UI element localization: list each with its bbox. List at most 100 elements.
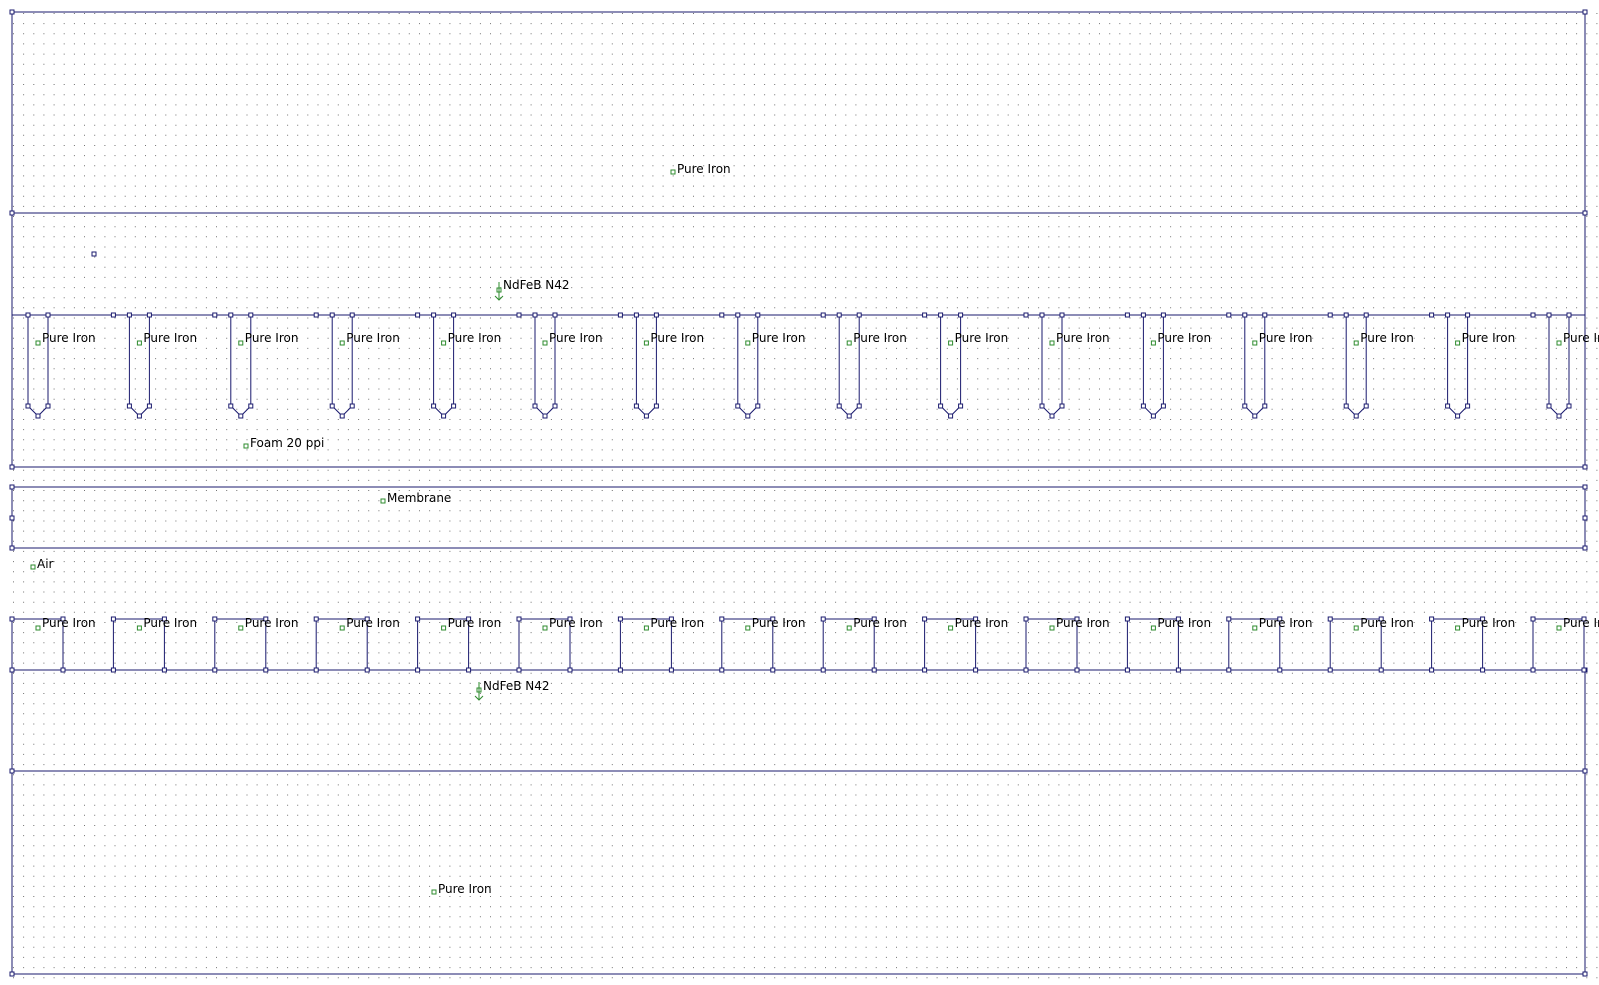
- node-point[interactable]: [1023, 667, 1029, 673]
- node-point[interactable]: [1429, 312, 1435, 318]
- node-point[interactable]: [1429, 667, 1435, 673]
- label-lower-magnet[interactable]: NdFeB N42: [474, 679, 550, 701]
- node-point[interactable]: [532, 312, 538, 318]
- label-upper-magnet[interactable]: NdFeB N42: [494, 278, 570, 301]
- node-point[interactable]: [1023, 312, 1029, 318]
- node-point[interactable]: [451, 403, 457, 409]
- node-point[interactable]: [948, 413, 954, 419]
- node-point[interactable]: [1039, 312, 1045, 318]
- node-point[interactable]: [1023, 616, 1029, 622]
- node-point[interactable]: [1546, 403, 1552, 409]
- node-point[interactable]: [820, 312, 826, 318]
- node-point[interactable]: [1262, 403, 1268, 409]
- membrane-node[interactable]: [9, 484, 15, 490]
- node-point[interactable]: [1530, 616, 1536, 622]
- node-point[interactable]: [922, 667, 928, 673]
- node-point[interactable]: [45, 403, 51, 409]
- node-point[interactable]: [617, 312, 623, 318]
- node-point[interactable]: [313, 312, 319, 318]
- lower-tooth[interactable]: Pure Iron: [516, 616, 603, 673]
- node-point[interactable]: [1175, 667, 1181, 673]
- node-point[interactable]: [349, 312, 355, 318]
- node-point[interactable]: [1465, 403, 1471, 409]
- node-point[interactable]: [1445, 403, 1451, 409]
- node-point[interactable]: [1353, 413, 1359, 419]
- lower-tooth[interactable]: Pure Iron: [9, 616, 96, 673]
- lower-tooth[interactable]: Pure Iron: [1327, 616, 1414, 673]
- node-point[interactable]: [1445, 312, 1451, 318]
- corner-node[interactable]: [9, 768, 15, 774]
- node-point[interactable]: [958, 403, 964, 409]
- lower-tooth[interactable]: Pure Iron: [212, 616, 299, 673]
- label-air[interactable]: Air: [30, 557, 54, 571]
- node-point[interactable]: [846, 413, 852, 419]
- node-point[interactable]: [431, 403, 437, 409]
- node-point[interactable]: [110, 312, 116, 318]
- node-point[interactable]: [532, 403, 538, 409]
- node-point[interactable]: [617, 616, 623, 622]
- node-point[interactable]: [364, 667, 370, 673]
- node-point[interactable]: [516, 667, 522, 673]
- node-point[interactable]: [60, 667, 66, 673]
- node-point[interactable]: [1378, 667, 1384, 673]
- node-point[interactable]: [1327, 667, 1333, 673]
- node-point[interactable]: [45, 312, 51, 318]
- node-point[interactable]: [735, 403, 741, 409]
- node-point[interactable]: [633, 312, 639, 318]
- upper-tooth[interactable]: Pure Iron: [516, 312, 603, 419]
- lower-tooth[interactable]: Pure Iron: [1530, 616, 1599, 673]
- upper-tooth[interactable]: Pure Iron: [212, 312, 299, 419]
- lower-tooth[interactable]: Pure Iron: [1023, 616, 1110, 673]
- node-point[interactable]: [431, 312, 437, 318]
- upper-tooth[interactable]: Pure Iron: [313, 312, 400, 419]
- upper-tooth[interactable]: Pure Iron: [719, 312, 806, 419]
- node-point[interactable]: [735, 312, 741, 318]
- corner-node[interactable]: [1582, 210, 1588, 216]
- node-point[interactable]: [1059, 312, 1065, 318]
- node-point[interactable]: [1226, 616, 1232, 622]
- node-point[interactable]: [770, 667, 776, 673]
- node-point[interactable]: [126, 403, 132, 409]
- node-point[interactable]: [973, 667, 979, 673]
- node-point[interactable]: [212, 616, 218, 622]
- node-point[interactable]: [719, 312, 725, 318]
- node-point[interactable]: [1160, 403, 1166, 409]
- node-point[interactable]: [1530, 667, 1536, 673]
- node-point[interactable]: [136, 413, 142, 419]
- geometry-canvas[interactable]: Pure Iron Pure Iron Pure Iron Pure Iron Pure…: [0, 0, 1599, 985]
- node-point[interactable]: [451, 312, 457, 318]
- node-point[interactable]: [668, 667, 674, 673]
- free-node[interactable]: [91, 251, 97, 257]
- node-point[interactable]: [415, 312, 421, 318]
- lower-tooth[interactable]: Pure Iron: [719, 616, 806, 673]
- node-point[interactable]: [1160, 312, 1166, 318]
- lower-tooth[interactable]: Pure Iron: [1226, 616, 1313, 673]
- lower-tooth[interactable]: Pure Iron: [1124, 616, 1211, 673]
- node-point[interactable]: [755, 312, 761, 318]
- node-point[interactable]: [126, 312, 132, 318]
- node-point[interactable]: [1124, 312, 1130, 318]
- node-point[interactable]: [339, 413, 345, 419]
- lower-tooth[interactable]: Pure Iron: [313, 616, 400, 673]
- node-point[interactable]: [719, 667, 725, 673]
- node-point[interactable]: [1039, 403, 1045, 409]
- node-point[interactable]: [1124, 616, 1130, 622]
- node-point[interactable]: [415, 616, 421, 622]
- lower-tooth[interactable]: Pure Iron: [820, 616, 907, 673]
- label-bottom-yoke[interactable]: Pure Iron: [431, 882, 492, 896]
- node-point[interactable]: [212, 667, 218, 673]
- node-point[interactable]: [1150, 413, 1156, 419]
- node-point[interactable]: [1262, 312, 1268, 318]
- node-point[interactable]: [25, 403, 31, 409]
- node-point[interactable]: [1343, 403, 1349, 409]
- node-point[interactable]: [1429, 616, 1435, 622]
- node-point[interactable]: [1242, 312, 1248, 318]
- upper-tooth[interactable]: Pure Iron: [415, 312, 502, 419]
- node-point[interactable]: [1327, 312, 1333, 318]
- upper-tooth[interactable]: Pure Iron: [1327, 312, 1414, 419]
- node-point[interactable]: [9, 667, 15, 673]
- node-point[interactable]: [643, 413, 649, 419]
- label-top-yoke[interactable]: Pure Iron: [670, 162, 731, 176]
- lower-tooth[interactable]: Pure Iron: [415, 616, 502, 673]
- node-point[interactable]: [938, 403, 944, 409]
